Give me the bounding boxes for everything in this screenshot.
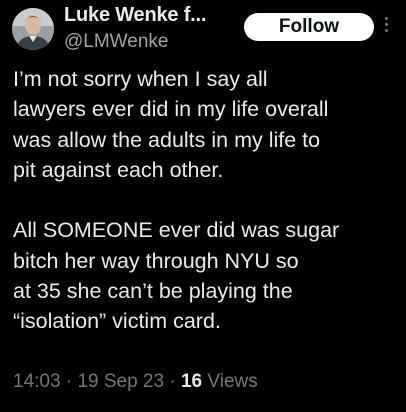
tweet-time[interactable]: 14:03 bbox=[13, 371, 61, 392]
tweet-text: I’m not sorry when I say all lawyers eve… bbox=[13, 64, 399, 337]
tweet-line: pit against each other. bbox=[13, 157, 224, 182]
meta-separator: · bbox=[164, 371, 181, 392]
tweet-line: bitch her way through NYU so bbox=[13, 248, 299, 273]
tweet-header: Luke Wenke f... @LMWenke Follow bbox=[0, 0, 406, 62]
tweet-paragraph-1: I’m not sorry when I say all lawyers eve… bbox=[13, 64, 399, 185]
meta-separator: · bbox=[60, 371, 78, 392]
follow-button[interactable]: Follow bbox=[244, 13, 374, 41]
views-label: Views bbox=[202, 371, 258, 392]
author-handle[interactable]: @LMWenke bbox=[64, 31, 168, 53]
views-count: 16 bbox=[180, 371, 203, 392]
avatar-photo bbox=[12, 8, 54, 50]
tweet: Luke Wenke f... @LMWenke Follow I’m not … bbox=[0, 0, 406, 412]
tweet-meta: 14:03 · 19 Sep 23 · 16 Views bbox=[13, 371, 258, 393]
tweet-line: All SOMEONE ever did was sugar bbox=[13, 218, 340, 243]
tweet-line: I’m not sorry when I say all bbox=[13, 67, 268, 91]
author-display-name[interactable]: Luke Wenke f... bbox=[64, 4, 206, 27]
vertical-ellipsis-icon[interactable] bbox=[381, 17, 391, 39]
tweet-paragraph-2: All SOMEONE ever did was sugar bitch her… bbox=[13, 215, 399, 336]
tweet-line: was allow the adults in my life to bbox=[13, 127, 321, 152]
tweet-line: lawyers ever did in my life overall bbox=[13, 97, 329, 122]
tweet-line: “isolation” victim card. bbox=[13, 309, 221, 334]
tweet-line: at 35 she can’t be playing the bbox=[13, 279, 293, 304]
tweet-date[interactable]: 19 Sep 23 bbox=[77, 371, 164, 392]
avatar[interactable] bbox=[12, 8, 54, 50]
